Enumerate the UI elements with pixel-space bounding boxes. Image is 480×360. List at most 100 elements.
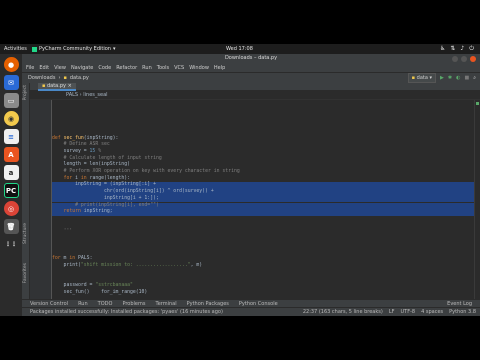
- menu-refactor[interactable]: Refactor: [116, 65, 137, 71]
- trash-icon[interactable]: 🗑: [3, 219, 19, 234]
- search-icon[interactable]: ⌕: [473, 75, 476, 81]
- tab-data-py[interactable]: ▪ data.py ×: [38, 83, 76, 91]
- code-line[interactable]: return inpString;: [52, 209, 474, 216]
- menu-help[interactable]: Help: [214, 65, 225, 71]
- app-menu[interactable]: PyCharm Community Edition ▾: [32, 46, 115, 52]
- tab-run[interactable]: Run: [78, 301, 88, 307]
- rhythmbox-icon[interactable]: ◉: [3, 111, 19, 126]
- code-line[interactable]: [52, 249, 474, 256]
- code-line[interactable]: [52, 276, 474, 283]
- pycharm-icon: [32, 46, 37, 52]
- system-tray[interactable]: ♿ ⇅ ♪ ⏻: [440, 45, 474, 53]
- status-bar: Packages installed successfully: Install…: [22, 307, 480, 316]
- power-icon[interactable]: ⏻: [469, 45, 474, 53]
- menu-edit[interactable]: Edit: [39, 65, 49, 71]
- code-line[interactable]: inpString = (inpString[:i] +: [52, 182, 474, 189]
- menu-tools[interactable]: Tools: [157, 65, 169, 71]
- code-line[interactable]: [52, 236, 474, 243]
- menu-run[interactable]: Run: [142, 65, 152, 71]
- code-line[interactable]: survey = 15 %: [52, 149, 474, 156]
- clock[interactable]: Wed 17:08: [226, 46, 253, 52]
- menu-code[interactable]: Code: [98, 65, 111, 71]
- menu-view[interactable]: View: [54, 65, 66, 71]
- code-line[interactable]: ''': [52, 229, 474, 236]
- code-line[interactable]: def sec_fun(inpString):: [52, 136, 474, 143]
- stop-icon[interactable]: ■: [464, 75, 469, 81]
- dock: ● ✉ ▭ ◉ ≡ A a PC ◎ 🗑 ⋮⋮: [0, 54, 22, 317]
- code-line[interactable]: [52, 243, 474, 250]
- debug-icon[interactable]: ✱: [448, 75, 452, 81]
- volume-icon[interactable]: ♪: [460, 45, 464, 53]
- status-message[interactable]: Packages installed successfully: Install…: [30, 309, 223, 315]
- nav-crumb-project[interactable]: Downloads: [28, 75, 55, 81]
- run-config-label: data: [416, 75, 428, 81]
- code-editor[interactable]: def sec_fun(inpString): # Define ASR sec…: [52, 100, 474, 299]
- code-line[interactable]: length = len(inpString): [52, 162, 474, 169]
- code-line[interactable]: [52, 216, 474, 223]
- files-icon[interactable]: ▭: [3, 93, 19, 108]
- firefox-icon[interactable]: ●: [3, 57, 19, 72]
- code-line[interactable]: [52, 270, 474, 277]
- menu-bar: File Edit View Navigate Code Refactor Ru…: [22, 63, 480, 72]
- line-gutter[interactable]: [30, 100, 52, 299]
- maximize-button[interactable]: [461, 55, 467, 62]
- editor-scrollbar[interactable]: [474, 100, 480, 299]
- code-line[interactable]: [52, 102, 474, 109]
- tab-python-console[interactable]: Python Console: [239, 301, 278, 307]
- code-line[interactable]: # Define ASR sec: [52, 142, 474, 149]
- line-separator[interactable]: LF: [389, 309, 395, 315]
- window-titlebar[interactable]: Downloads – data.py: [22, 54, 480, 63]
- software-center-icon[interactable]: A: [3, 147, 19, 162]
- event-log-button[interactable]: Event Log: [447, 301, 472, 307]
- writer-icon[interactable]: ≡: [3, 129, 19, 144]
- favorites-tool-tab[interactable]: Favorites: [23, 263, 28, 283]
- code-breadcrumb: PALS › lines_seal: [30, 91, 480, 100]
- code-line[interactable]: # print(inpString[i], end=""): [52, 202, 474, 209]
- project-tool-tab[interactable]: Project: [23, 85, 28, 100]
- code-line[interactable]: [52, 122, 474, 129]
- code-line[interactable]: inpString[i + 1:]);: [52, 195, 474, 203]
- indent-setting[interactable]: 4 spaces: [421, 309, 443, 315]
- thunderbird-icon[interactable]: ✉: [3, 75, 19, 90]
- window-title: Downloads – data.py: [224, 55, 278, 61]
- coverage-icon[interactable]: ◐: [456, 75, 460, 81]
- caret-position[interactable]: 22:37 (163 chars, 5 line breaks): [303, 309, 383, 315]
- tab-todo[interactable]: TODO: [98, 301, 113, 307]
- accessibility-icon[interactable]: ♿: [440, 45, 445, 53]
- close-button[interactable]: [470, 55, 476, 62]
- menu-navigate[interactable]: Navigate: [71, 65, 93, 71]
- code-line[interactable]: [52, 129, 474, 136]
- code-line[interactable]: [52, 109, 474, 116]
- menu-vcs[interactable]: VCS: [174, 65, 184, 71]
- tab-version-control[interactable]: Version Control: [30, 301, 68, 307]
- tab-terminal[interactable]: Terminal: [155, 301, 176, 307]
- run-icon[interactable]: ▶: [440, 75, 444, 81]
- nav-crumb-file[interactable]: data.py: [70, 75, 89, 81]
- tab-python-packages[interactable]: Python Packages: [187, 301, 229, 307]
- code-line[interactable]: for m in PALS:: [52, 256, 474, 263]
- close-tab-icon[interactable]: ×: [68, 83, 72, 89]
- chrome-icon[interactable]: ◎: [3, 201, 19, 216]
- code-line[interactable]: # Perform XOR operation on key with ever…: [52, 169, 474, 176]
- network-icon[interactable]: ⇅: [450, 45, 455, 53]
- code-line[interactable]: [52, 223, 474, 230]
- code-line[interactable]: sec_fun() for_im_range(10): [52, 290, 474, 297]
- file-encoding[interactable]: UTF-8: [401, 309, 416, 315]
- python-interpreter[interactable]: Python 3.8: [449, 309, 476, 315]
- structure-tool-tab[interactable]: Structure: [23, 223, 28, 244]
- chevron-down-icon: ▾: [112, 46, 116, 52]
- code-line[interactable]: print("shift mission to: ...............…: [52, 263, 474, 270]
- code-line[interactable]: chr(ord(inpString[i]) ^ ord(survey)) +: [52, 189, 474, 196]
- code-line[interactable]: password = "sstrcbanaaa": [52, 283, 474, 290]
- menu-file[interactable]: File: [26, 65, 34, 71]
- code-line[interactable]: [52, 115, 474, 122]
- menu-window[interactable]: Window: [189, 65, 209, 71]
- amazon-icon[interactable]: a: [3, 165, 19, 180]
- minimize-button[interactable]: [452, 55, 458, 62]
- activities-button[interactable]: Activities: [4, 46, 32, 52]
- run-config-select[interactable]: ▪ data ▾: [407, 73, 437, 83]
- pycharm-dock-icon[interactable]: PC: [3, 183, 19, 198]
- tab-problems[interactable]: Problems: [122, 301, 145, 307]
- python-file-icon: ▪: [63, 75, 67, 81]
- show-apps-icon[interactable]: ⋮⋮: [4, 237, 19, 252]
